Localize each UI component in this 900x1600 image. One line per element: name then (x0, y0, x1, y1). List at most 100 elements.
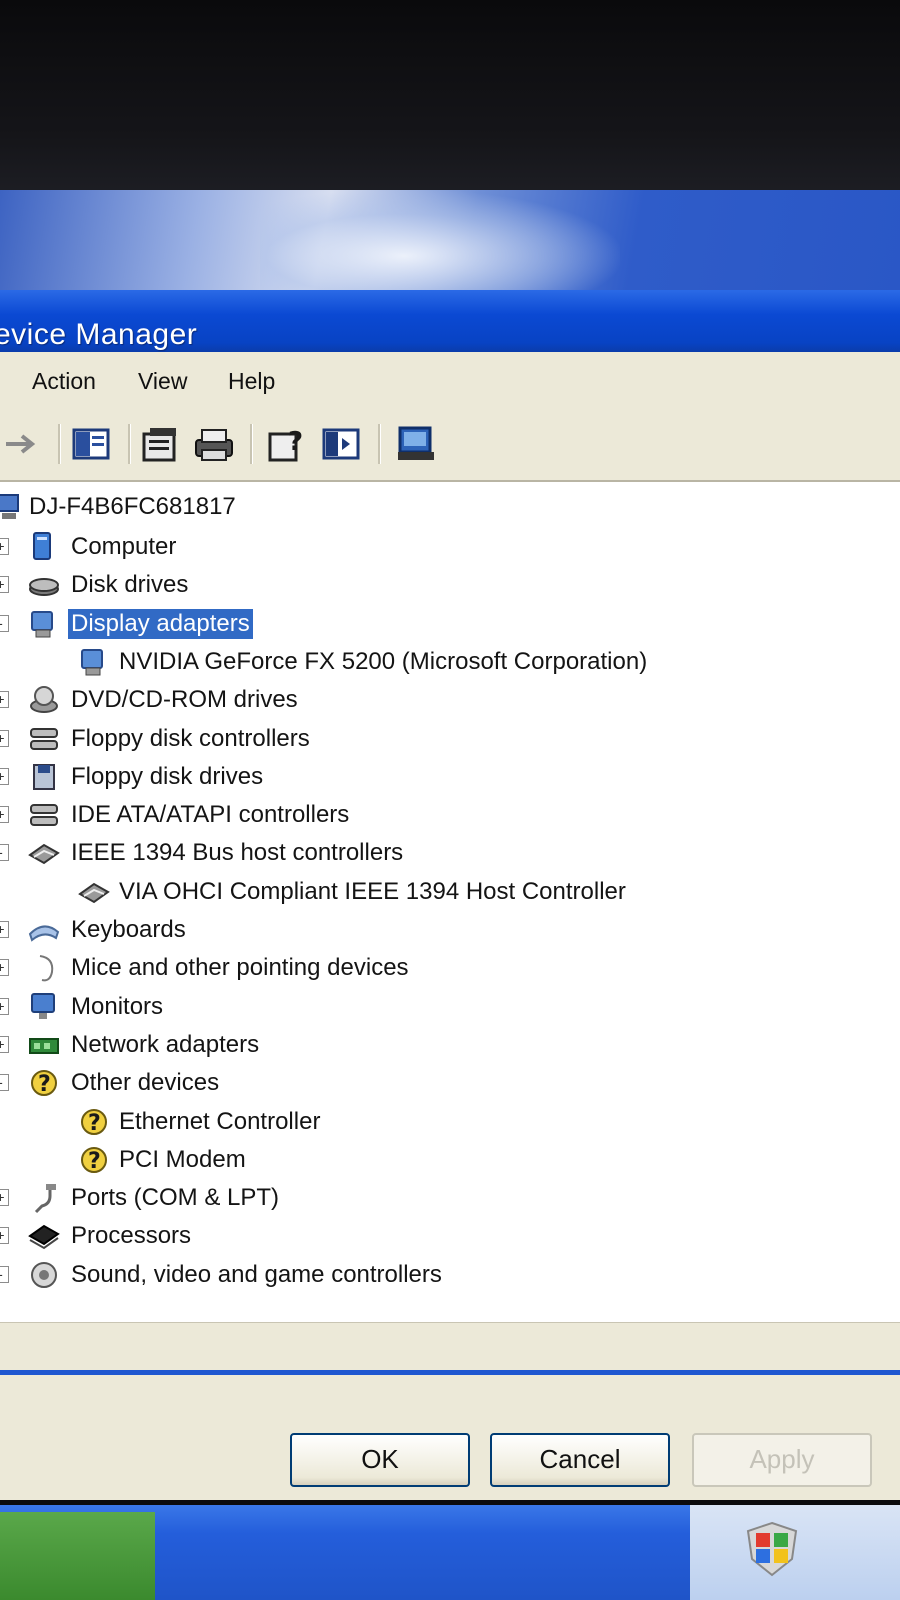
collapse-icon[interactable]: - (0, 1266, 9, 1283)
tree-item-label: NVIDIA GeForce FX 5200 (Microsoft Corpor… (119, 648, 648, 675)
collapse-icon[interactable]: - (0, 844, 9, 861)
tree-child-row[interactable]: VIA OHCI Compliant IEEE 1394 Host Contro… (0, 873, 900, 911)
floppy-icon (28, 761, 60, 793)
expand-icon[interactable]: + (0, 921, 9, 938)
toolbar-separator (378, 424, 381, 464)
toolbar-separator (58, 424, 61, 464)
menu-view[interactable]: View (138, 368, 187, 395)
tree-item-label: Processors (71, 1222, 192, 1249)
expand-icon[interactable]: + (0, 1036, 9, 1053)
expand-icon[interactable]: + (0, 768, 9, 785)
tree-item-label: PCI Modem (119, 1146, 246, 1173)
menu-bar: Action View Help (0, 352, 900, 411)
tree-category-row[interactable]: + DVD/CD-ROM drives (0, 681, 900, 719)
keyboard-icon (28, 914, 60, 946)
expand-icon[interactable]: + (0, 691, 9, 708)
ok-button[interactable]: OK (290, 1433, 470, 1487)
cancel-button[interactable]: Cancel (490, 1433, 670, 1487)
unknown-device-icon: ? (78, 1144, 110, 1176)
properties-icon[interactable] (140, 424, 184, 464)
console-tree-icon[interactable] (320, 424, 364, 464)
svg-text:?: ? (288, 427, 303, 457)
collapse-icon[interactable]: - (0, 615, 9, 632)
help-icon[interactable]: ? (266, 424, 310, 464)
computer-icon (28, 531, 60, 563)
tree-category-row[interactable]: -? Other devices (0, 1064, 900, 1102)
tree-category-row[interactable]: + Mice and other pointing devices (0, 949, 900, 987)
tree-category-row[interactable]: - Sound, video and game controllers (0, 1256, 900, 1294)
scan-hardware-icon[interactable] (394, 424, 438, 464)
tree-category-row[interactable]: + Floppy disk drives (0, 758, 900, 796)
tree-item-label: Floppy disk drives (71, 763, 264, 790)
window-title: evice Manager (0, 318, 198, 351)
tree-item-label: Computer (71, 533, 177, 560)
tree-item-label: Ethernet Controller (119, 1108, 321, 1135)
tree-item-label: Monitors (71, 993, 164, 1020)
svg-text:?: ? (38, 1072, 51, 1097)
tree-item-label: Floppy disk controllers (71, 725, 310, 752)
expand-icon[interactable]: + (0, 1189, 9, 1206)
cdrom-icon (28, 684, 60, 716)
expand-icon[interactable]: + (0, 576, 9, 593)
tree-item-label: VIA OHCI Compliant IEEE 1394 Host Contro… (119, 878, 626, 905)
show-hide-tree-icon[interactable] (70, 424, 114, 464)
tree-item-label-selected: Display adapters (68, 609, 253, 639)
tree-root[interactable]: DJ-F4B6FC681817 (0, 488, 900, 526)
back-icon[interactable] (0, 424, 44, 464)
mouse-icon (28, 952, 60, 984)
tree-item-label: Other devices (71, 1069, 220, 1096)
monitor-bezel (0, 0, 900, 195)
taskbar-tray (690, 1505, 900, 1600)
tree-category-row[interactable]: + Computer (0, 528, 900, 566)
monitor-icon (28, 991, 60, 1023)
tree-item-label: DVD/CD-ROM drives (71, 686, 298, 713)
svg-text:?: ? (88, 1111, 101, 1136)
bus-controller-icon (78, 876, 110, 908)
apply-button[interactable]: Apply (692, 1433, 872, 1487)
tree-category-row[interactable]: + Disk drives (0, 566, 900, 604)
tree-category-row[interactable]: - Display adapters (0, 605, 900, 643)
device-manager-window: evice Manager Action View Help ? DJ-F4B6… (0, 290, 900, 1400)
expand-icon[interactable]: + (0, 1227, 9, 1244)
tree-child-row[interactable]: NVIDIA GeForce FX 5200 (Microsoft Corpor… (0, 643, 900, 681)
tree-child-row[interactable]: ? PCI Modem (0, 1141, 900, 1179)
horizontal-scrollbar[interactable] (0, 1322, 900, 1341)
expand-icon[interactable]: + (0, 806, 9, 823)
expand-icon[interactable]: + (0, 538, 9, 555)
tree-category-row[interactable]: + Ports (COM & LPT) (0, 1179, 900, 1217)
expand-icon[interactable]: + (0, 730, 9, 747)
device-tree: DJ-F4B6FC681817 + Computer + Disk drives - Di… (0, 482, 900, 1322)
expand-icon[interactable]: + (0, 959, 9, 976)
tree-item-label: Network adapters (71, 1031, 260, 1058)
processor-icon (28, 1220, 60, 1252)
tree-category-row[interactable]: + Keyboards (0, 911, 900, 949)
tree-category-row[interactable]: + Network adapters (0, 1026, 900, 1064)
unknown-device-icon: ? (78, 1106, 110, 1138)
tree-category-row[interactable]: + Floppy disk controllers (0, 720, 900, 758)
tree-category-row[interactable]: + IDE ATA/ATAPI controllers (0, 796, 900, 834)
tree-category-row[interactable]: + Processors (0, 1217, 900, 1255)
collapse-icon[interactable]: - (0, 1074, 9, 1091)
controller-icon (28, 799, 60, 831)
display-adapter-icon (78, 646, 110, 678)
port-icon (28, 1182, 60, 1214)
bus-controller-icon (28, 837, 60, 869)
tree-child-row[interactable]: ? Ethernet Controller (0, 1103, 900, 1141)
menu-action[interactable]: Action (32, 368, 96, 395)
toolbar-separator (128, 424, 131, 464)
disk-drive-icon (28, 569, 60, 601)
controller-icon (28, 723, 60, 755)
tree-category-row[interactable]: + Monitors (0, 988, 900, 1026)
computer-icon (0, 491, 26, 523)
tree-category-row[interactable]: - IEEE 1394 Bus host controllers (0, 834, 900, 872)
expand-icon[interactable]: + (0, 998, 9, 1015)
tree-item-label: IDE ATA/ATAPI controllers (71, 801, 350, 828)
start-button[interactable] (0, 1512, 155, 1600)
unknown-device-icon: ? (28, 1067, 60, 1099)
menu-help[interactable]: Help (228, 368, 275, 395)
title-bar[interactable]: evice Manager (0, 290, 900, 352)
security-shield-icon[interactable] (742, 1519, 802, 1579)
print-icon[interactable] (192, 424, 236, 464)
toolbar: ? (0, 410, 900, 482)
tree-item-label: Keyboards (71, 916, 186, 943)
